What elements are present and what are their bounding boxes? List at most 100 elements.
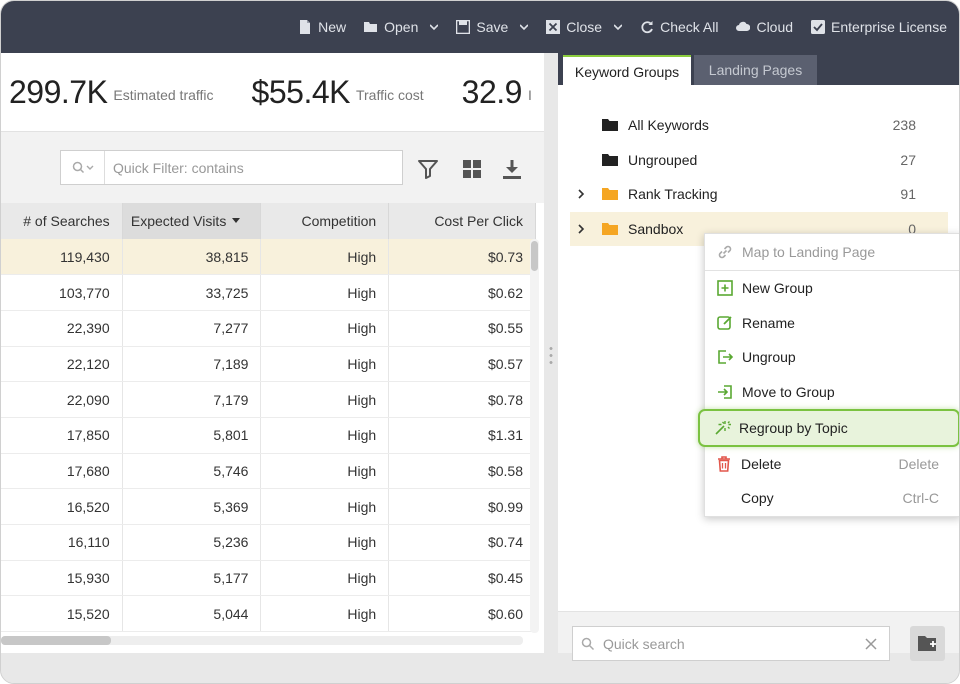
save-icon xyxy=(456,20,471,34)
quick-filter-input[interactable] xyxy=(105,159,402,176)
folder-open-icon xyxy=(364,22,378,32)
new-group-icon xyxy=(717,280,733,296)
tab-keyword-groups[interactable]: Keyword Groups xyxy=(563,55,691,85)
cell-competition: High xyxy=(260,381,390,418)
cell-competition: High xyxy=(260,595,390,633)
search-icon xyxy=(72,161,93,173)
magic-wand-icon xyxy=(715,420,731,435)
cell-searches: 15,520 xyxy=(1,595,123,633)
open-button[interactable]: Open xyxy=(364,19,439,35)
traffic-cost-label: Traffic cost xyxy=(355,87,424,103)
vertical-scroll-thumb[interactable] xyxy=(531,241,538,271)
horizontal-scroll-thumb[interactable] xyxy=(1,636,111,645)
chevron-down-icon[interactable] xyxy=(430,23,439,31)
table-row[interactable]: 15,930 5,177 High $0.45 xyxy=(1,560,536,597)
tree-item-label: Rank Tracking xyxy=(628,186,718,202)
estimated-traffic-label: Estimated traffic xyxy=(113,87,214,103)
menu-item-move-to-group[interactable]: Move to Group xyxy=(705,375,959,409)
menu-item-label: Delete xyxy=(741,456,782,472)
menu-item-copy[interactable]: Copy Ctrl-C xyxy=(704,481,959,515)
keywords-panel: 299.7K Estimated traffic $55.4K Traffic … xyxy=(1,53,544,653)
check-all-label: Check All xyxy=(660,19,719,35)
cloud-label: Cloud xyxy=(756,19,794,35)
enterprise-license-button[interactable]: Enterprise License xyxy=(811,19,947,35)
menu-item-regroup-row[interactable]: Regroup by Topic xyxy=(700,411,958,444)
cell-searches: 15,930 xyxy=(1,560,123,597)
tab-landing-pages[interactable]: Landing Pages xyxy=(694,55,817,85)
close-button[interactable]: Close xyxy=(546,19,623,35)
menu-item-map-to-landing-page[interactable]: Map to Landing Page xyxy=(705,235,959,269)
cell-expected-visits: 5,746 xyxy=(122,453,262,490)
check-all-button[interactable]: Check All xyxy=(640,19,718,35)
menu-item-delete[interactable]: Delete Delete xyxy=(704,447,959,481)
cell-cost-per-click: $1.31 xyxy=(388,417,536,454)
vertical-scrollbar[interactable] xyxy=(530,239,539,633)
cell-cost-per-click: $0.73 xyxy=(388,239,536,276)
filter-bar xyxy=(1,131,544,203)
grid-layout-icon[interactable] xyxy=(461,158,483,180)
cloud-button[interactable]: Cloud xyxy=(736,19,793,35)
table-row[interactable]: 119,430 38,815 High $0.73 xyxy=(1,239,536,276)
horizontal-scrollbar[interactable] xyxy=(1,636,523,645)
chevron-down-icon[interactable] xyxy=(614,23,623,31)
cell-expected-visits: 7,277 xyxy=(122,310,262,347)
cell-competition: High xyxy=(260,239,390,276)
table-row[interactable]: 22,090 7,179 High $0.78 xyxy=(1,381,536,418)
cell-expected-visits: 5,801 xyxy=(122,417,262,454)
close-label: Close xyxy=(566,19,603,35)
menu-item-label: Copy xyxy=(741,490,774,506)
tree-item-count: 238 xyxy=(892,117,916,133)
menu-item-label: Regroup by Topic xyxy=(739,419,848,436)
menu-item-label: New Group xyxy=(742,280,813,296)
sort-desc-icon xyxy=(232,218,241,223)
new-button[interactable]: New xyxy=(298,19,346,35)
folder-icon xyxy=(602,223,618,235)
panel-splitter[interactable] xyxy=(544,53,558,653)
clear-icon[interactable] xyxy=(865,637,877,650)
tree-item-label: All Keywords xyxy=(628,117,709,133)
cell-cost-per-click: $0.62 xyxy=(388,274,536,311)
tree-item-rank-tracking[interactable]: Rank Tracking 91 xyxy=(570,177,948,211)
table-row[interactable]: 16,110 5,236 High $0.74 xyxy=(1,524,536,561)
col-competition[interactable]: Competition xyxy=(260,203,390,239)
table-row[interactable]: 22,390 7,277 High $0.55 xyxy=(1,310,536,347)
col-expected-visits[interactable]: Expected Visits xyxy=(122,203,262,239)
menu-item-new-group[interactable]: New Group xyxy=(705,271,959,305)
col-searches[interactable]: # of Searches xyxy=(1,203,123,239)
save-button[interactable]: Save xyxy=(456,19,529,35)
cell-cost-per-click: $0.58 xyxy=(388,453,536,490)
filter-icon[interactable] xyxy=(417,158,439,180)
expand-arrow[interactable] xyxy=(574,224,588,234)
tree-item-count: 91 xyxy=(900,186,916,202)
table-row[interactable]: 17,680 5,746 High $0.58 xyxy=(1,453,536,490)
col-cost-per-click[interactable]: Cost Per Click xyxy=(388,203,536,239)
table-row[interactable]: 17,850 5,801 High $1.31 xyxy=(1,417,536,454)
cell-cost-per-click: $0.99 xyxy=(388,488,536,525)
table-row[interactable]: 103,770 33,725 High $0.62 xyxy=(1,274,536,311)
cell-expected-visits: 5,177 xyxy=(122,560,262,597)
download-icon[interactable] xyxy=(501,158,523,180)
context-menu-lower: Delete Delete Copy Ctrl-C xyxy=(704,447,959,517)
table-row[interactable]: 15,520 5,044 High $0.60 xyxy=(1,595,536,633)
tree-item-ungrouped[interactable]: Ungrouped 27 xyxy=(570,143,948,177)
tree-item-all-keywords[interactable]: All Keywords 238 xyxy=(570,108,948,142)
tree-item-label: Sandbox xyxy=(628,221,684,237)
menu-item-rename[interactable]: Rename xyxy=(705,306,959,340)
filter-mode-dropdown[interactable] xyxy=(61,151,105,184)
search-icon xyxy=(581,637,595,650)
table-row[interactable]: 16,520 5,369 High $0.99 xyxy=(1,488,536,525)
drag-handle-icon[interactable] xyxy=(549,345,553,365)
chevron-down-icon[interactable] xyxy=(520,23,529,31)
quick-search-input[interactable] xyxy=(603,635,865,652)
expand-arrow[interactable] xyxy=(574,189,588,199)
save-label: Save xyxy=(476,19,509,35)
menu-item-regroup-by-topic[interactable]: Regroup by Topic xyxy=(698,409,959,447)
tree-item-count: 27 xyxy=(900,152,916,168)
menu-item-label: Ungroup xyxy=(742,349,796,365)
menu-item-ungroup[interactable]: Ungroup xyxy=(705,340,959,374)
cell-expected-visits: 5,369 xyxy=(122,488,262,525)
add-group-button[interactable] xyxy=(910,626,945,661)
keywords-table: # of Searches Expected Visits Competitio… xyxy=(1,203,536,633)
third-stat-label: I xyxy=(527,87,532,103)
table-row[interactable]: 22,120 7,189 High $0.57 xyxy=(1,346,536,383)
